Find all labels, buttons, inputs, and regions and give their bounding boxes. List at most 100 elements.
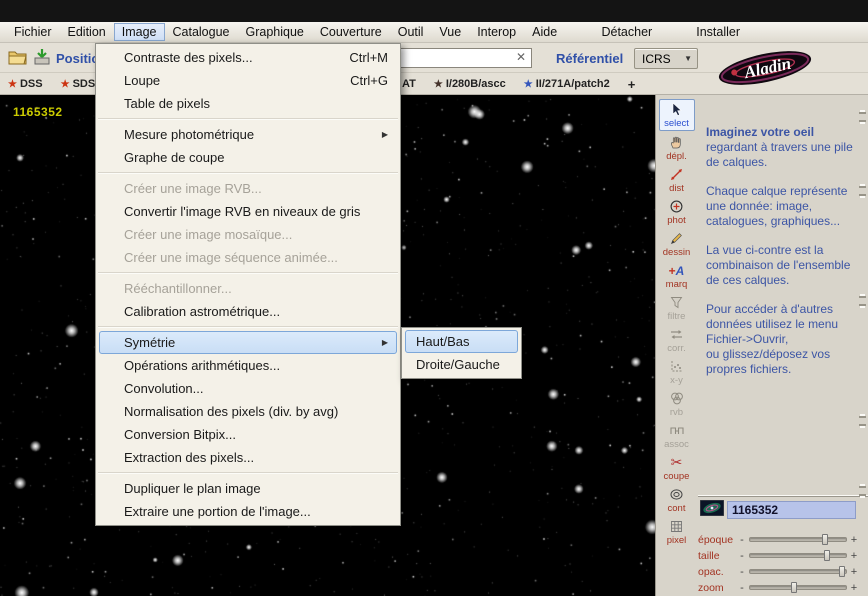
tool-pixel[interactable]: pixel [659, 517, 695, 547]
plus-button[interactable]: + [850, 550, 858, 561]
menu-installer[interactable]: Installer [688, 23, 748, 41]
menu-item-creer-sequence-animee[interactable]: Créer une image séquence animée... [96, 246, 400, 269]
menu-edition[interactable]: Edition [60, 23, 114, 41]
associate-icon [669, 422, 685, 439]
splitter-grip[interactable] [859, 296, 866, 306]
window-titlebar [0, 0, 868, 22]
slider-opac: opac. - + [698, 565, 858, 578]
tool-dist[interactable]: dist [659, 165, 695, 195]
tag-icon: + A [668, 263, 685, 278]
plane-star-icon: ★ [60, 78, 70, 90]
frame-select[interactable]: ICRS ▼ [634, 48, 698, 69]
plus-button[interactable]: + [850, 566, 858, 577]
splitter-grip[interactable] [859, 416, 866, 426]
stack-plane-name: 1165352 [727, 501, 856, 519]
menu-separator [98, 118, 398, 120]
menu-item-calibration-astrometrique[interactable]: Calibration astrométrique... [96, 300, 400, 323]
help-panel: Imaginez votre oeil regardant à travers … [698, 95, 862, 391]
menu-item-conversion-bitpix[interactable]: Conversion Bitpix... [96, 423, 400, 446]
plus-button[interactable]: + [850, 534, 858, 545]
slider-thumb[interactable] [821, 534, 828, 545]
image-menu-dropdown: Contraste des pixels... Ctrl+M Loupe Ctr… [95, 43, 401, 526]
load-image-icon[interactable] [32, 48, 52, 71]
tool-marq[interactable]: + A marq [659, 261, 695, 291]
menu-couverture[interactable]: Couverture [312, 23, 390, 41]
tool-corr[interactable]: corr. [659, 325, 695, 355]
tool-rvb[interactable]: rvb [659, 389, 695, 419]
menu-item-extraction-pixels[interactable]: Extraction des pixels... [96, 446, 400, 469]
plane-tabs-left: ★ DSS ★ SDSS [8, 73, 103, 95]
menu-graphique[interactable]: Graphique [238, 23, 312, 41]
help-paragraph-1: Imaginez votre oeil regardant à travers … [706, 125, 853, 169]
add-plane-button[interactable]: + [628, 77, 636, 92]
pixel-grid-icon [669, 518, 684, 535]
menu-item-convolution[interactable]: Convolution... [96, 377, 400, 400]
tool-depl[interactable]: dépl. [659, 133, 695, 163]
stack-row-plane[interactable]: 1165352 [699, 499, 856, 521]
menu-item-symetrie[interactable]: Symétrie ▶ [99, 331, 397, 354]
symetrie-submenu: Haut/Bas Droite/Gauche [401, 327, 522, 379]
zoom-slider[interactable] [749, 582, 847, 593]
pencil-icon [669, 230, 684, 247]
slider-epoque: époque - + [698, 533, 858, 546]
submenu-item-haut-bas[interactable]: Haut/Bas [405, 330, 518, 353]
menu-separator [98, 272, 398, 274]
tool-coupe[interactable]: ✂ coupe [659, 453, 695, 483]
menu-catalogue[interactable]: Catalogue [165, 23, 238, 41]
minus-button[interactable]: - [738, 566, 746, 577]
menu-item-reechantillonner[interactable]: Rééchantillonner... [96, 277, 400, 300]
tab-ii271a-patch2[interactable]: ★ II/271A/patch2 [524, 78, 610, 90]
menu-outil[interactable]: Outil [390, 23, 432, 41]
slider-thumb[interactable] [839, 566, 846, 577]
menu-interop[interactable]: Interop [469, 23, 524, 41]
menu-item-loupe[interactable]: Loupe Ctrl+G [96, 69, 400, 92]
funnel-icon [669, 294, 684, 311]
menu-item-contraste[interactable]: Contraste des pixels... Ctrl+M [96, 46, 400, 69]
tool-phot[interactable]: phot [659, 197, 695, 227]
tab-dss[interactable]: ★ DSS [8, 78, 43, 90]
plane-thumbnail-icon [699, 499, 725, 521]
taille-slider[interactable] [749, 550, 847, 561]
splitter-grip[interactable] [859, 186, 866, 196]
menu-aide[interactable]: Aide [524, 23, 565, 41]
tool-xy[interactable]: x-y [659, 357, 695, 387]
plane-label: 1165352 [13, 105, 63, 119]
rgb-circles-icon [669, 390, 685, 407]
menu-item-creer-rvb[interactable]: Créer une image RVB... [96, 177, 400, 200]
tool-filtre[interactable]: filtre [659, 293, 695, 323]
minus-button[interactable]: - [738, 534, 746, 545]
menu-item-table-de-pixels[interactable]: Table de pixels [96, 92, 400, 115]
help-paragraph-2: Chaque calque représente une donnée: ima… [706, 184, 848, 228]
menu-fichier[interactable]: Fichier [6, 23, 60, 41]
menu-item-normalisation[interactable]: Normalisation des pixels (div. by avg) [96, 400, 400, 423]
tab-i280b-ascc[interactable]: ★ I/280B/ascc [434, 78, 506, 90]
tool-assoc[interactable]: assoc [659, 421, 695, 451]
tool-dessin[interactable]: dessin [659, 229, 695, 259]
clear-icon[interactable]: ✕ [516, 50, 526, 64]
opac-slider[interactable] [749, 566, 847, 577]
slider-thumb[interactable] [791, 582, 798, 593]
menu-item-convertir-rvb-gris[interactable]: Convertir l'image RVB en niveaux de gris [96, 200, 400, 223]
plus-button[interactable]: + [850, 582, 858, 593]
menu-vue[interactable]: Vue [431, 23, 469, 41]
menu-item-creer-mosaique[interactable]: Créer une image mosaïque... [96, 223, 400, 246]
menu-item-extraire-portion[interactable]: Extraire une portion de l'image... [96, 500, 400, 523]
menu-item-mesure-photometrique[interactable]: Mesure photométrique ▶ [96, 123, 400, 146]
menu-detacher[interactable]: Détacher [593, 23, 660, 41]
open-folder-icon[interactable] [8, 48, 28, 71]
slider-thumb[interactable] [823, 550, 830, 561]
epoque-slider[interactable] [749, 534, 847, 545]
splitter-grip[interactable] [859, 112, 866, 122]
menu-item-operations-arithmetiques[interactable]: Opérations arithmétiques... [96, 354, 400, 377]
tool-cont[interactable]: cont [659, 485, 695, 515]
menu-item-graphe-de-coupe[interactable]: Graphe de coupe [96, 146, 400, 169]
menu-item-dupliquer-plan[interactable]: Dupliquer le plan image [96, 477, 400, 500]
submenu-item-droite-gauche[interactable]: Droite/Gauche [402, 353, 521, 376]
plane-star-icon: ★ [523, 78, 533, 90]
tab-at[interactable]: AT [402, 78, 416, 90]
splitter-grip[interactable] [859, 486, 866, 496]
tool-select[interactable]: select [658, 99, 695, 131]
minus-button[interactable]: - [738, 550, 746, 561]
minus-button[interactable]: - [738, 582, 746, 593]
menu-image[interactable]: Image [113, 23, 165, 41]
